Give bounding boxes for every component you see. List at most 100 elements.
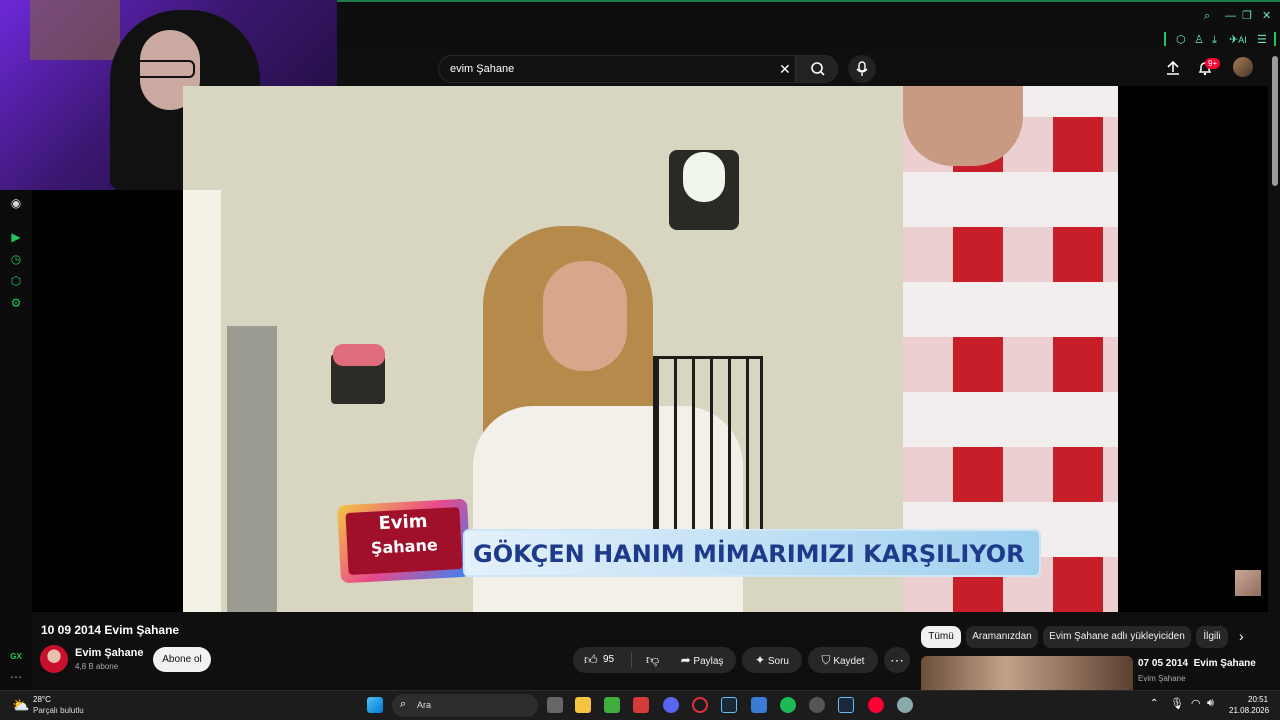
share-icon: ➦ [680, 653, 691, 667]
search-input[interactable]: evim Şahane [450, 63, 514, 75]
channel-avatar[interactable] [40, 645, 68, 673]
browser-titlebar: ⌕ — ❐ ✕ ⬡ ♙ ⤓ ✈AI ☰ [337, 0, 1280, 50]
chip-all[interactable]: Tümü [921, 626, 961, 648]
bookmark-icon: ⛉ [821, 653, 831, 667]
chip-from-search[interactable]: Aramanızdan [966, 626, 1038, 648]
youtube-taskbar-icon[interactable] [868, 697, 884, 713]
share-label: Paylaş [693, 656, 724, 667]
subscribe-button[interactable]: Abone ol [153, 647, 211, 672]
weather-icon[interactable]: ⛅ [12, 697, 29, 714]
recommendation-channel: Evim Şahane [1138, 674, 1186, 683]
toolbar-divider [1164, 32, 1166, 46]
video-lamp-glass [683, 152, 725, 202]
clock-date[interactable]: 21.08.2026 [1229, 706, 1269, 715]
app-red-icon[interactable] [633, 697, 649, 713]
avatar[interactable] [1233, 57, 1253, 77]
subscriber-count: 4,8 B abone [75, 662, 119, 671]
voice-search-button[interactable] [848, 55, 876, 83]
video-woman-face [543, 261, 627, 371]
minimize-icon[interactable]: — [1225, 10, 1236, 22]
download-icon[interactable]: ⤓ [1212, 34, 1217, 46]
ask-button[interactable]: ✦ Soru [742, 647, 802, 673]
gx-label: GX [10, 652, 22, 661]
windows-start-icon[interactable] [367, 697, 383, 713]
search-icon[interactable]: ⌕ [1204, 10, 1210, 22]
player-icon[interactable]: ▶ [9, 230, 23, 244]
settings-taskbar-icon[interactable] [897, 697, 913, 713]
notifications-badge: 9+ [1205, 58, 1221, 69]
extensions-icon[interactable]: ⬡ [1176, 34, 1186, 46]
file-explorer-icon[interactable] [575, 697, 591, 713]
webcam-window-frame [30, 0, 120, 60]
youtube-header: evim Şahane ✕ 9+ [337, 50, 1280, 86]
search-icon [811, 62, 825, 76]
like-button[interactable]: 👍︎ 95 [573, 647, 631, 673]
thumbs-up-icon: 👍︎ [584, 652, 598, 667]
chevron-up-icon[interactable]: ⌃ [1150, 698, 1158, 709]
clear-search-icon[interactable]: ✕ [779, 61, 791, 78]
taskbar-search[interactable]: ⌕ Ara [392, 694, 538, 717]
app-gear-icon[interactable] [809, 697, 825, 713]
video-player[interactable]: Evim Şahane GÖKÇEN HANIM MİMARIMIZI KARŞ… [183, 86, 1118, 612]
toolbar-divider-right [1274, 32, 1276, 46]
lower-third-text: GÖKÇEN HANIM MİMARIMIZI KARŞILIYOR [473, 540, 1025, 568]
steam-icon[interactable] [721, 697, 737, 713]
upload-icon[interactable] [1165, 60, 1181, 76]
video-man-head [903, 86, 1023, 166]
chip-related[interactable]: İlgili [1196, 626, 1228, 648]
scrollbar-thumb[interactable] [1272, 56, 1278, 186]
opera-gx-icon[interactable] [692, 697, 708, 713]
discord-icon[interactable]: ◉ [9, 196, 23, 210]
close-icon[interactable]: ✕ [1262, 10, 1271, 22]
ai-icon[interactable]: ✈AI [1229, 34, 1247, 46]
restore-icon[interactable]: ❐ [1242, 10, 1252, 22]
taskbar-search-placeholder: Ara [417, 700, 432, 710]
settings-icon[interactable]: ⚙ [9, 296, 23, 310]
discord-taskbar-icon[interactable] [663, 697, 679, 713]
extensions-sidebar-icon[interactable]: ⬡ [9, 274, 23, 288]
chevron-right-icon[interactable]: › [1239, 628, 1244, 644]
page-scrollbar[interactable] [1270, 50, 1280, 690]
ask-label: Soru [767, 656, 789, 667]
search-button[interactable] [796, 55, 838, 83]
chip-from-uploader[interactable]: Evim Şahane adlı yükleyiciden [1043, 626, 1191, 648]
watch-info-area: 10 09 2014 Evim Şahane Evim Şahane 4,8 B… [32, 612, 1280, 690]
more-icon[interactable]: ⋯ [9, 670, 23, 684]
mini-thumbnail[interactable] [1235, 570, 1261, 596]
minecraft-icon[interactable] [604, 697, 620, 713]
app-blue-icon[interactable] [751, 697, 767, 713]
more-icon: ⋯ [890, 652, 904, 668]
webcam-glasses [135, 60, 195, 78]
video-letterbox-right [1118, 86, 1268, 612]
save-button[interactable]: ⛉ Kaydet [808, 647, 878, 673]
more-actions-button[interactable]: ⋯ [884, 647, 910, 673]
recommendation-thumbnail[interactable] [921, 656, 1133, 690]
gx-sidebar: ◉ ▶ ◷ ⬡ ⚙ GX ⋯ [0, 190, 32, 690]
video-title: 10 09 2014 Evim Şahane [41, 623, 180, 637]
channel-name[interactable]: Evim Şahane [75, 647, 143, 659]
lower-third-banner: GÖKÇEN HANIM MİMARIMIZI KARŞILIYOR [463, 529, 1041, 577]
weather-temp[interactable]: 28°C [33, 695, 51, 704]
share-button[interactable]: ➦ Paylaş [668, 647, 736, 673]
history-icon[interactable]: ◷ [9, 252, 23, 266]
microphone-tray-icon[interactable]: 🎙︎ [1170, 697, 1184, 710]
thumbs-down-icon: 👎︎ [646, 652, 660, 667]
save-label: Kaydet [833, 656, 865, 667]
video-door-frame [183, 190, 221, 612]
recommendation-title[interactable]: 07 05 2014 Evim Şahane [1138, 658, 1256, 669]
ai-label: AI [1238, 35, 1247, 45]
task-view-icon[interactable] [547, 697, 563, 713]
profile-icon[interactable]: ♙ [1194, 34, 1204, 46]
spotify-icon[interactable] [780, 697, 796, 713]
clock-time[interactable]: 20:51 [1248, 695, 1268, 704]
search-box[interactable]: evim Şahane ✕ [438, 55, 796, 83]
video-curtain [227, 326, 277, 612]
weather-desc: Parçalı bulutlu [33, 706, 84, 715]
show-logo: Evim Şahane [337, 498, 471, 584]
microphone-icon [856, 61, 868, 76]
wifi-icon[interactable]: ◠ [1191, 697, 1201, 710]
sparkle-icon: ✦ [755, 653, 766, 667]
menu-icon[interactable]: ☰ [1257, 34, 1267, 46]
steam-second-icon[interactable] [838, 697, 854, 713]
volume-icon[interactable]: 🔊︎ [1207, 697, 1214, 710]
